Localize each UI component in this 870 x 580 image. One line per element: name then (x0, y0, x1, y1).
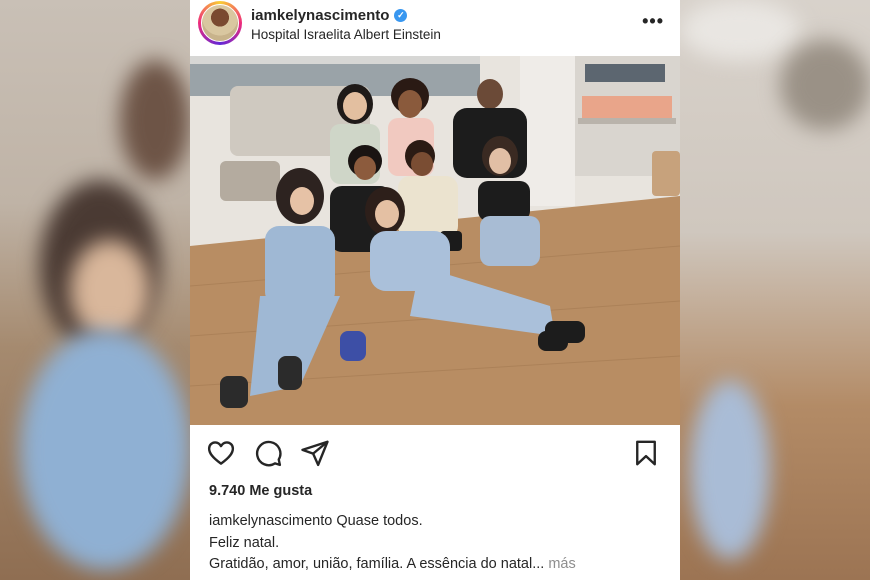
username[interactable]: iamkelynascimento (251, 7, 389, 24)
story-ring[interactable] (198, 1, 242, 45)
cabinet-window (585, 64, 665, 82)
verified-badge-icon: ✓ (394, 9, 408, 22)
shelf (578, 118, 676, 124)
window-frame (190, 56, 480, 64)
blurred-person-face (70, 240, 150, 340)
bookmark-icon[interactable] (631, 438, 661, 468)
username-row: iamkelynascimento ✓ (251, 7, 408, 24)
blurred-background-left (0, 0, 190, 580)
caption-line-3: Gratidão, amor, união, família. A essênc… (209, 554, 669, 576)
caption-line-2: Feliz natal. (209, 534, 280, 551)
caption-line-3-text: Gratidão, amor, união, família. A essênc… (209, 556, 545, 572)
caption-line-1: iamkelynascimento Quase todos. (209, 511, 669, 533)
comment-icon[interactable] (253, 438, 283, 468)
blue-slipper (340, 331, 366, 361)
blurred-figure (120, 60, 190, 180)
heart-icon[interactable] (206, 438, 236, 468)
more-options-icon[interactable]: ••• (642, 11, 664, 32)
blurred-shelf (780, 40, 870, 130)
blurred-background-right (680, 0, 870, 580)
location-label[interactable]: Hospital Israelita Albert Einstein (251, 27, 441, 42)
more-link[interactable]: más (548, 556, 575, 572)
shelf-items (582, 96, 672, 118)
post-caption: iamkelynascimento Quase todos. Feliz nat… (209, 511, 669, 576)
post-photo[interactable] (190, 56, 680, 425)
blurred-leg (690, 380, 770, 560)
action-bar (190, 430, 680, 474)
likes-count[interactable]: 9.740 Me gusta (209, 483, 312, 499)
chair (652, 151, 680, 196)
avatar[interactable] (201, 4, 239, 42)
wall-column (520, 56, 575, 206)
send-icon[interactable] (300, 438, 330, 468)
post-header: iamkelynascimento ✓ Hospital Israelita A… (190, 0, 680, 56)
photo-illustration (190, 56, 680, 425)
blanket (220, 161, 280, 201)
caption-text: Quase todos. (336, 513, 423, 529)
blurred-window (680, 0, 800, 60)
instagram-post-card: iamkelynascimento ✓ Hospital Israelita A… (190, 0, 680, 580)
blurred-person-body (20, 330, 190, 570)
caption-username[interactable]: iamkelynascimento (209, 513, 332, 529)
